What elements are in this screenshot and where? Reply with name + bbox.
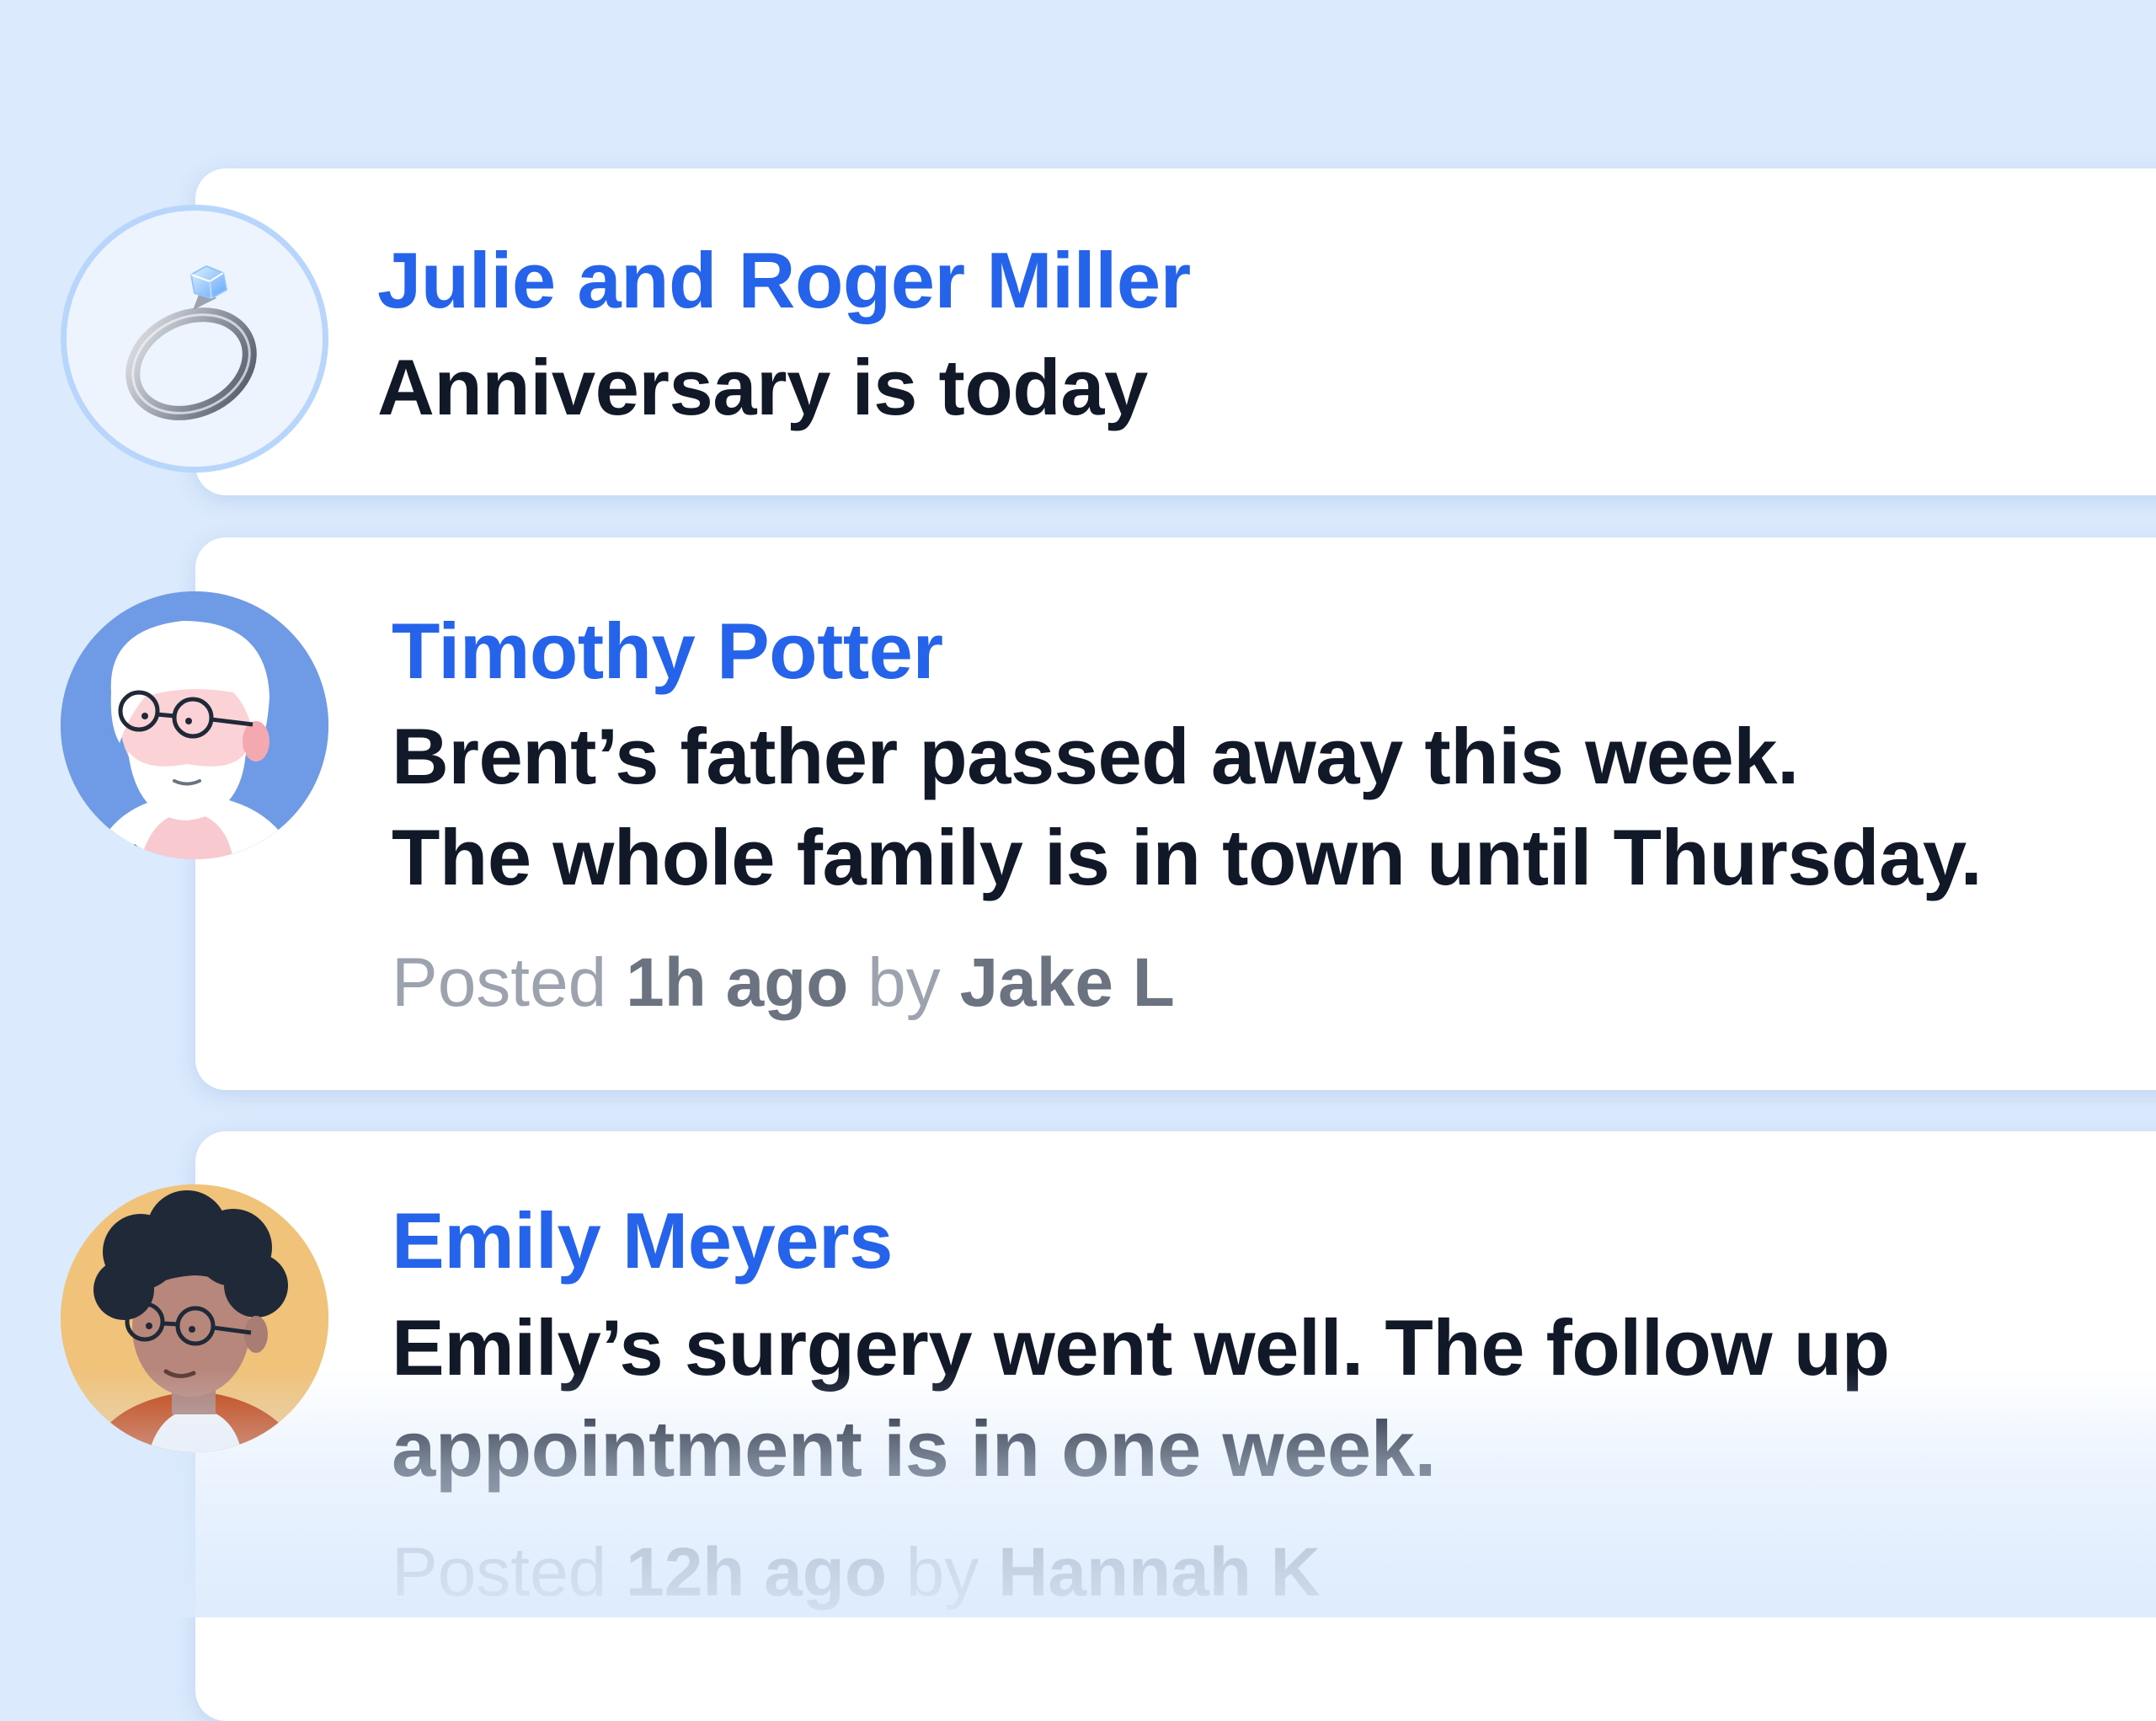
updates-feed: Julie and Roger Miller Anniversary is to…	[0, 0, 2156, 1721]
update-message: Anniversary is today	[377, 337, 1148, 438]
post-meta: Posted 12h ago by Hannah K	[392, 1531, 1321, 1615]
message-line: Anniversary is today	[377, 343, 1148, 431]
update-message: Brent’s father passed away this week. Th…	[392, 706, 1983, 908]
ring-icon	[61, 205, 328, 473]
contact-name[interactable]: Julie and Roger Miller	[377, 234, 1191, 327]
contact-name[interactable]: Timothy Potter	[392, 605, 943, 697]
update-message: Emily’s surgery went well. The follow up…	[392, 1297, 1890, 1499]
message-line: Brent’s father passed away this week.	[392, 712, 1799, 800]
message-line: Emily’s surgery went well. The follow up	[392, 1303, 1890, 1392]
by-label: by	[905, 1534, 979, 1611]
posted-label: Posted	[392, 1534, 607, 1611]
message-line: appointment is in one week.	[392, 1404, 1437, 1493]
feed-card[interactable]	[195, 168, 2156, 495]
posted-label: Posted	[392, 944, 607, 1021]
post-meta: Posted 1h ago by Jake L	[392, 941, 1175, 1025]
post-time: 12h ago	[626, 1534, 887, 1611]
by-label: by	[867, 944, 941, 1021]
elderly-man-avatar	[61, 591, 328, 859]
post-author[interactable]: Hannah K	[998, 1534, 1321, 1611]
contact-name[interactable]: Emily Meyers	[392, 1195, 893, 1287]
post-author[interactable]: Jake L	[960, 944, 1175, 1021]
woman-avatar	[61, 1184, 328, 1452]
message-line: The whole family is in town until Thursd…	[392, 813, 1983, 901]
post-time: 1h ago	[626, 944, 849, 1021]
